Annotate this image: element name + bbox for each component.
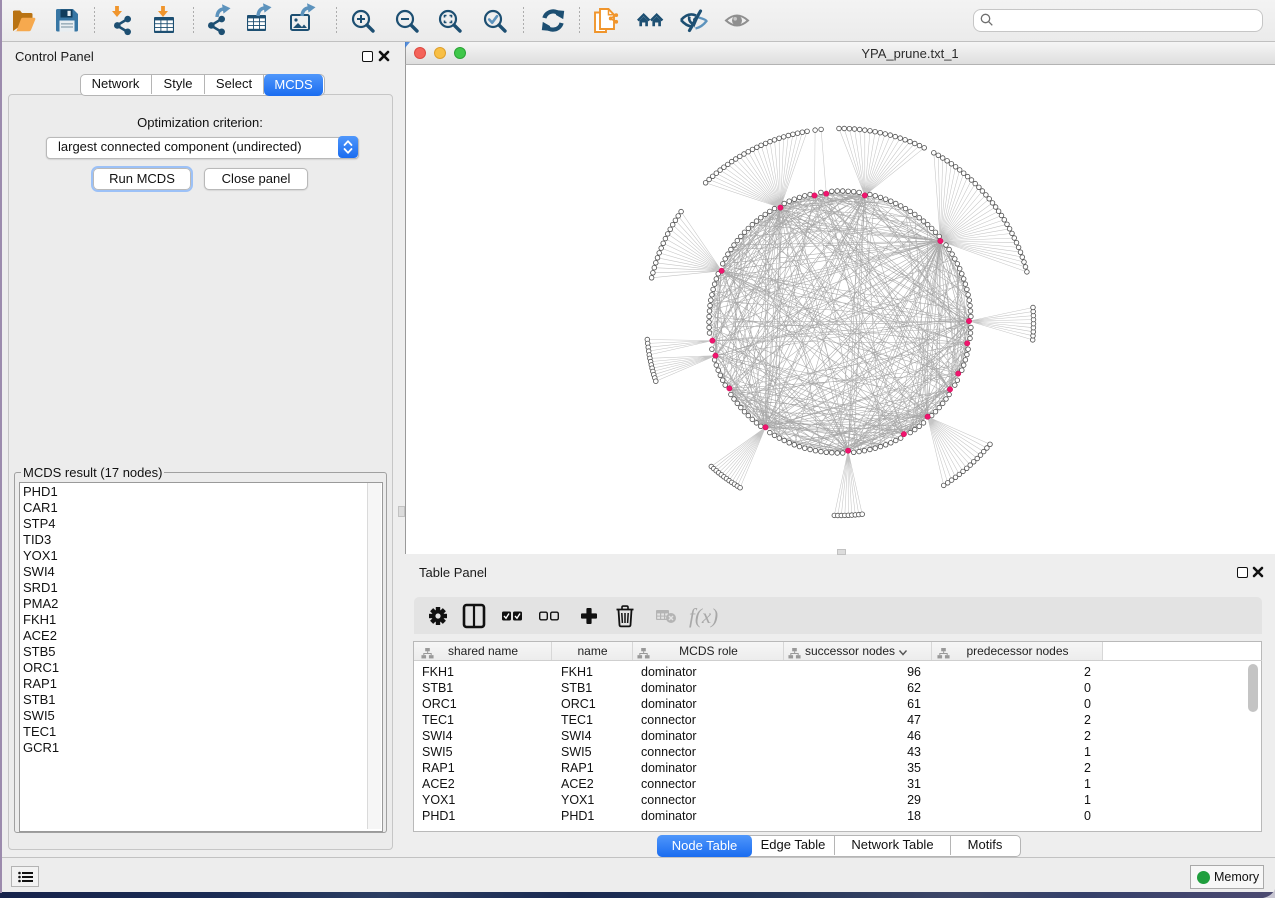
svg-text:f(x): f(x) [689, 604, 718, 628]
